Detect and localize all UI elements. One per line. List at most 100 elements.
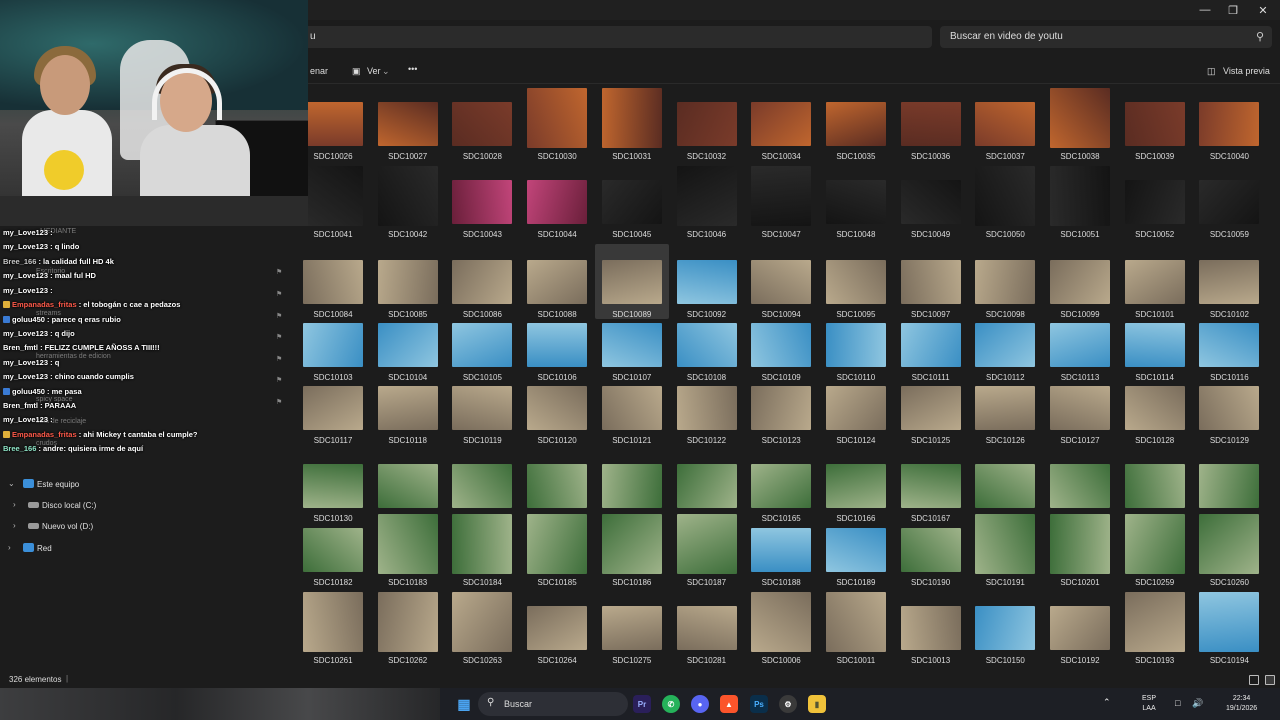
file-tile[interactable]: SDC10047	[744, 164, 818, 239]
file-tile[interactable]: SDC10261	[296, 590, 370, 665]
taskbar-search[interactable]: ⚲ Buscar	[478, 692, 628, 716]
maximize-button[interactable]: ❐	[1216, 0, 1250, 20]
network-icon[interactable]: □	[1175, 698, 1180, 708]
file-tile[interactable]: SDC10125	[894, 370, 968, 445]
file-tile[interactable]: SDC10182	[296, 512, 370, 587]
file-tile[interactable]: SDC10124	[819, 370, 893, 445]
file-tile[interactable]: SDC10013	[894, 590, 968, 665]
preview-icon[interactable]: ◫	[1207, 66, 1216, 77]
file-tile[interactable]: SDC10188	[744, 512, 818, 587]
whatsapp-icon[interactable]: ✆	[662, 695, 680, 713]
pin-icon[interactable]: ⚑	[276, 398, 282, 406]
file-tile[interactable]: SDC10192	[1043, 590, 1117, 665]
file-tile[interactable]: SDC10042	[371, 164, 445, 239]
file-tile[interactable]: SDC10035	[819, 86, 893, 161]
pin-icon[interactable]: ⚑	[276, 268, 282, 276]
settings-icon[interactable]: ⚙	[779, 695, 797, 713]
file-tile[interactable]: SDC10050	[968, 164, 1042, 239]
nav-item-disk-d[interactable]: › Nuevo vol (D:)	[0, 517, 288, 537]
file-tile[interactable]: SDC10187	[670, 512, 744, 587]
file-tile[interactable]: SDC10129	[1192, 370, 1266, 445]
file-tile[interactable]: SDC10260	[1192, 512, 1266, 587]
pin-icon[interactable]: ⚑	[276, 333, 282, 341]
file-tile[interactable]: SDC10281	[670, 590, 744, 665]
nav-item-network[interactable]: › Red	[0, 539, 288, 559]
volume-icon[interactable]: 🔊	[1192, 698, 1203, 708]
file-explorer-icon[interactable]: ▮	[808, 695, 826, 713]
thumbnail-view-button[interactable]	[1265, 675, 1275, 685]
sort-button[interactable]: enar	[310, 66, 328, 76]
pin-icon[interactable]: ⚑	[276, 376, 282, 384]
chevron-up-icon[interactable]: ⌃	[1103, 697, 1111, 707]
file-tile[interactable]: SDC10121	[595, 370, 669, 445]
file-tile[interactable]: SDC10128	[1118, 370, 1192, 445]
search-icon[interactable]: ⚲	[1256, 30, 1264, 43]
file-tile[interactable]: SDC10059	[1192, 164, 1266, 239]
file-tile[interactable]: SDC10043	[445, 164, 519, 239]
file-tile[interactable]: SDC10118	[371, 370, 445, 445]
chevron-right-icon[interactable]: ›	[13, 521, 16, 530]
discord-icon[interactable]: ●	[691, 695, 709, 713]
photoshop-icon[interactable]: Ps	[750, 695, 768, 713]
file-tile[interactable]: SDC10184	[445, 512, 519, 587]
file-tile[interactable]: SDC10006	[744, 590, 818, 665]
pin-icon[interactable]: ⚑	[276, 312, 282, 320]
file-tile[interactable]: SDC10032	[670, 86, 744, 161]
premiere-icon[interactable]: Pr	[633, 695, 651, 713]
file-tile[interactable]: SDC10150	[968, 590, 1042, 665]
chevron-right-icon[interactable]: ›	[13, 500, 16, 509]
file-tile[interactable]: SDC10117	[296, 370, 370, 445]
file-tile[interactable]: SDC10048	[819, 164, 893, 239]
file-tile[interactable]: SDC10027	[371, 86, 445, 161]
file-tile[interactable]: SDC10123	[744, 370, 818, 445]
file-tile[interactable]: SDC10038	[1043, 86, 1117, 161]
pin-icon[interactable]: ⚑	[276, 290, 282, 298]
view-button[interactable]: Ver	[367, 66, 381, 76]
file-tile[interactable]: SDC10040	[1192, 86, 1266, 161]
file-tile[interactable]: SDC10028	[445, 86, 519, 161]
file-tile[interactable]: SDC10011	[819, 590, 893, 665]
file-tile[interactable]: SDC10194	[1192, 590, 1266, 665]
file-tile[interactable]: SDC10119	[445, 370, 519, 445]
view-icon[interactable]: ▣	[352, 66, 361, 77]
file-tile[interactable]: SDC10046	[670, 164, 744, 239]
file-tile[interactable]: SDC10039	[1118, 86, 1192, 161]
file-tile[interactable]: SDC10264	[520, 590, 594, 665]
search-input[interactable]: Buscar en video de youtu ⚲	[940, 26, 1272, 48]
nav-item-this-pc[interactable]: ⌄ Este equipo	[0, 475, 288, 495]
chevron-down-icon[interactable]: ⌄	[382, 66, 390, 77]
close-button[interactable]: ✕	[1246, 0, 1280, 20]
file-tile[interactable]: SDC10031	[595, 86, 669, 161]
more-options-button[interactable]: •••	[408, 64, 417, 74]
file-tile[interactable]: SDC10036	[894, 86, 968, 161]
file-tile[interactable]: SDC10263	[445, 590, 519, 665]
file-tile[interactable]: SDC10191	[968, 512, 1042, 587]
file-tile[interactable]: SDC10052	[1118, 164, 1192, 239]
address-bar[interactable]: u	[300, 26, 932, 48]
file-tile[interactable]: SDC10051	[1043, 164, 1117, 239]
file-tile[interactable]: SDC10037	[968, 86, 1042, 161]
preview-pane-button[interactable]: Vista previa	[1223, 66, 1270, 76]
file-tile[interactable]: SDC10186	[595, 512, 669, 587]
file-tile[interactable]: SDC10049	[894, 164, 968, 239]
file-tile[interactable]: SDC10127	[1043, 370, 1117, 445]
windows-icon[interactable]: ▦	[455, 695, 473, 713]
file-tile[interactable]: SDC10259	[1118, 512, 1192, 587]
file-tile[interactable]: SDC10045	[595, 164, 669, 239]
file-tile[interactable]: SDC10120	[520, 370, 594, 445]
pin-icon[interactable]: ⚑	[276, 355, 282, 363]
file-tile[interactable]: SDC10193	[1118, 590, 1192, 665]
file-tile[interactable]: SDC10189	[819, 512, 893, 587]
chevron-down-icon[interactable]: ⌄	[8, 479, 15, 488]
file-tile[interactable]: SDC10034	[744, 86, 818, 161]
file-tile[interactable]: SDC10275	[595, 590, 669, 665]
file-tile[interactable]: SDC10044	[520, 164, 594, 239]
file-tile[interactable]: SDC10030	[520, 86, 594, 161]
nav-item-disk-c[interactable]: › Disco local (C:)	[0, 496, 288, 516]
brave-icon[interactable]: ▲	[720, 695, 738, 713]
details-view-button[interactable]	[1249, 675, 1259, 685]
clock[interactable]: 22:34 19/1/2026	[1226, 694, 1257, 714]
chevron-right-icon[interactable]: ›	[8, 543, 11, 552]
language-indicator[interactable]: ESP LAA	[1142, 694, 1156, 714]
file-tile[interactable]: SDC10183	[371, 512, 445, 587]
